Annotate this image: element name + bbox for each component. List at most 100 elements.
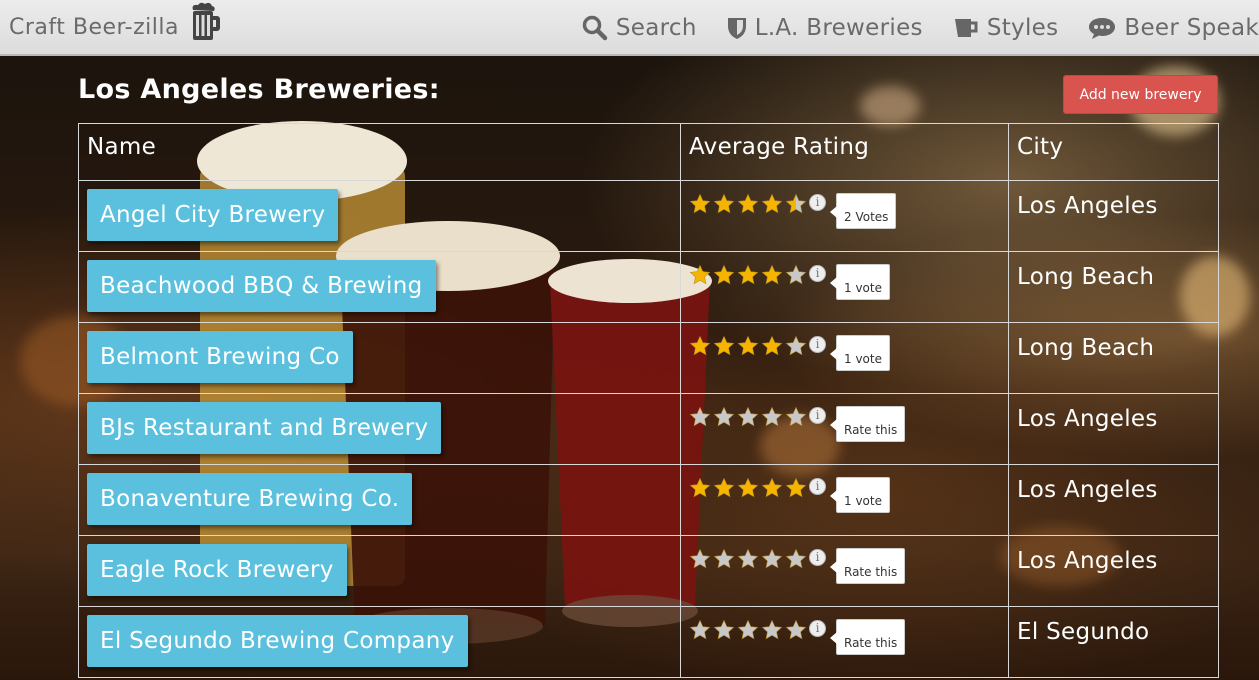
star-icon[interactable] xyxy=(713,548,735,570)
table-row: Angel City Brewery i 2 Votes Los Angeles xyxy=(78,180,1219,252)
name-cell: Beachwood BBQ & Brewing xyxy=(78,251,681,323)
brewery-name-button[interactable]: BJs Restaurant and Brewery xyxy=(87,402,442,454)
table-row: Beachwood BBQ & Brewing i 1 vote Long Beach xyxy=(78,251,1219,323)
star-icon[interactable] xyxy=(689,335,711,357)
nav-search-label: Search xyxy=(615,15,697,41)
brand[interactable]: Craft Beer-zilla xyxy=(9,2,221,48)
nav-styles[interactable]: Styles xyxy=(953,15,1059,41)
shield-icon xyxy=(727,16,747,40)
star-icon[interactable] xyxy=(785,406,807,428)
info-icon[interactable]: i xyxy=(809,620,826,637)
nav-beer-speak[interactable]: Beer Speak xyxy=(1088,15,1259,41)
star-icon[interactable] xyxy=(737,264,759,286)
rating-cell: i Rate this xyxy=(680,393,1009,465)
info-icon[interactable]: i xyxy=(809,478,826,495)
brewery-name-button[interactable]: Bonaventure Brewing Co. xyxy=(87,473,413,525)
breweries-table: Name Average Rating City Angel City Brew… xyxy=(78,123,1219,678)
star-icon[interactable] xyxy=(713,406,735,428)
city-text: Los Angeles xyxy=(1017,193,1158,219)
column-header-city: City xyxy=(1008,123,1219,181)
page-title: Los Angeles Breweries: xyxy=(78,74,440,105)
star-icon[interactable] xyxy=(761,619,783,641)
table-header-row: Name Average Rating City xyxy=(78,123,1219,181)
nav-menu: Search L.A. Breweries Styles Beer Speak xyxy=(582,8,1259,48)
add-new-brewery-button[interactable]: Add new brewery xyxy=(1063,75,1218,114)
brewery-name-button[interactable]: Beachwood BBQ & Brewing xyxy=(87,260,436,312)
city-text: Long Beach xyxy=(1017,264,1155,290)
city-cell: Long Beach xyxy=(1008,322,1219,394)
star-rating[interactable] xyxy=(689,548,807,570)
star-icon[interactable] xyxy=(737,406,759,428)
info-icon[interactable]: i xyxy=(809,265,826,282)
info-icon[interactable]: i xyxy=(809,549,826,566)
star-icon[interactable] xyxy=(785,477,807,499)
beer-mug-icon xyxy=(189,2,221,48)
info-icon[interactable]: i xyxy=(809,194,826,211)
nav-beer-speak-label: Beer Speak xyxy=(1124,15,1259,41)
star-icon[interactable] xyxy=(713,264,735,286)
star-icon[interactable] xyxy=(689,619,711,641)
star-icon[interactable] xyxy=(689,477,711,499)
star-icon[interactable] xyxy=(761,264,783,286)
name-cell: Eagle Rock Brewery xyxy=(78,535,681,607)
city-cell: Los Angeles xyxy=(1008,393,1219,465)
star-icon[interactable] xyxy=(689,193,711,215)
star-icon[interactable] xyxy=(737,193,759,215)
rating-cell: i2 Votes xyxy=(680,180,1009,252)
star-icon[interactable] xyxy=(713,619,735,641)
brewery-name-button[interactable]: Eagle Rock Brewery xyxy=(87,544,347,596)
nav-search[interactable]: Search xyxy=(582,15,697,41)
city-text: Los Angeles xyxy=(1017,406,1158,432)
star-icon[interactable] xyxy=(785,548,807,570)
column-header-name: Name xyxy=(78,123,681,181)
star-icon[interactable] xyxy=(737,548,759,570)
city-cell: Los Angeles xyxy=(1008,535,1219,607)
name-cell: Bonaventure Brewing Co. xyxy=(78,464,681,536)
speech-bubble-icon xyxy=(1088,16,1116,40)
star-icon[interactable] xyxy=(761,477,783,499)
star-icon[interactable] xyxy=(737,477,759,499)
star-rating[interactable] xyxy=(689,335,807,357)
info-icon[interactable]: i xyxy=(809,407,826,424)
star-icon[interactable] xyxy=(761,335,783,357)
star-icon[interactable] xyxy=(689,264,711,286)
star-icon[interactable] xyxy=(737,619,759,641)
brewery-name-button[interactable]: Belmont Brewing Co xyxy=(87,331,353,383)
star-rating[interactable] xyxy=(689,619,807,641)
star-rating[interactable] xyxy=(689,264,807,286)
name-cell: Angel City Brewery xyxy=(78,180,681,252)
brand-name[interactable]: Craft Beer-zilla xyxy=(9,15,179,40)
info-icon[interactable]: i xyxy=(809,336,826,353)
city-cell: Los Angeles xyxy=(1008,464,1219,536)
nav-la-breweries[interactable]: L.A. Breweries xyxy=(727,15,923,41)
star-icon[interactable] xyxy=(689,406,711,428)
star-rating[interactable] xyxy=(689,406,807,428)
brewery-name-button[interactable]: El Segundo Brewing Company xyxy=(87,615,468,667)
star-icon[interactable] xyxy=(737,335,759,357)
vote-count-tooltip: 1 vote xyxy=(830,335,890,371)
table-row: BJs Restaurant and Brewery i Rate this Los … xyxy=(78,393,1219,465)
vote-count-tooltip: 1 vote xyxy=(830,477,890,513)
star-icon[interactable] xyxy=(785,193,807,215)
vote-count-tooltip: 1 vote xyxy=(830,264,890,300)
star-icon[interactable] xyxy=(689,548,711,570)
brewery-name-button[interactable]: Angel City Brewery xyxy=(87,189,339,241)
star-icon[interactable] xyxy=(761,406,783,428)
star-icon[interactable] xyxy=(713,477,735,499)
beer-glass-icon xyxy=(953,16,979,40)
star-icon[interactable] xyxy=(761,193,783,215)
name-cell: BJs Restaurant and Brewery xyxy=(78,393,681,465)
star-icon[interactable] xyxy=(713,193,735,215)
star-icon[interactable] xyxy=(785,619,807,641)
star-rating[interactable] xyxy=(689,193,807,215)
city-cell: Los Angeles xyxy=(1008,180,1219,252)
star-rating[interactable] xyxy=(689,477,807,499)
star-icon[interactable] xyxy=(713,335,735,357)
table-row: Belmont Brewing Co i 1 vote Long Beach xyxy=(78,322,1219,394)
star-icon[interactable] xyxy=(785,264,807,286)
rating-cell: i1 vote xyxy=(680,251,1009,323)
search-icon xyxy=(582,15,608,41)
rating-cell: i Rate this xyxy=(680,535,1009,607)
star-icon[interactable] xyxy=(785,335,807,357)
star-icon[interactable] xyxy=(761,548,783,570)
